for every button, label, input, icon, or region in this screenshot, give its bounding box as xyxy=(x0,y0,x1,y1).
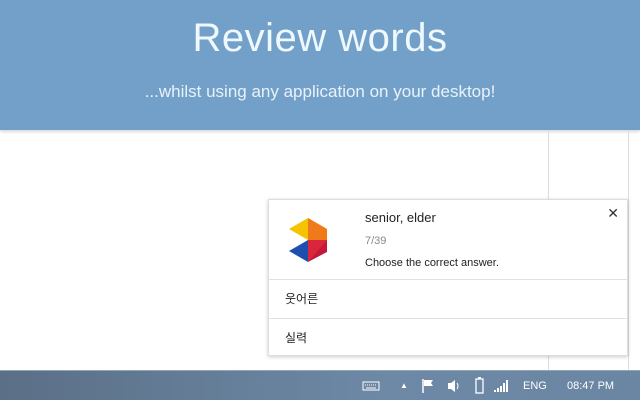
page-title: Review words xyxy=(192,16,448,60)
page-subtitle: ...whilst using any application on your … xyxy=(144,82,496,101)
app-logo-icon xyxy=(289,218,327,262)
notification-instruction: Choose the correct answer. xyxy=(365,257,499,269)
notification-progress: 7/39 xyxy=(365,235,387,247)
clock[interactable]: 08:47 PM xyxy=(567,371,614,401)
signal-icon[interactable] xyxy=(493,371,509,401)
taskbar: ▲ ENG 08:47 PM xyxy=(0,370,640,400)
language-indicator[interactable]: ENG xyxy=(523,371,547,401)
answer-option[interactable]: 웃어른 xyxy=(269,279,627,318)
flag-icon[interactable] xyxy=(421,371,435,401)
keyboard-icon[interactable] xyxy=(362,371,380,401)
hero-banner: Review words ...whilst using any applica… xyxy=(0,0,640,130)
volume-icon[interactable] xyxy=(446,371,460,401)
show-hidden-icons-icon[interactable]: ▲ xyxy=(400,371,408,401)
battery-icon[interactable] xyxy=(474,371,484,401)
answer-option[interactable]: 실력 xyxy=(269,318,627,357)
notification-word: senior, elder xyxy=(365,210,436,225)
divider xyxy=(628,130,629,370)
notification-toast: senior, elder 7/39 Choose the correct an… xyxy=(268,199,628,356)
close-icon[interactable]: ✕ xyxy=(607,205,619,222)
